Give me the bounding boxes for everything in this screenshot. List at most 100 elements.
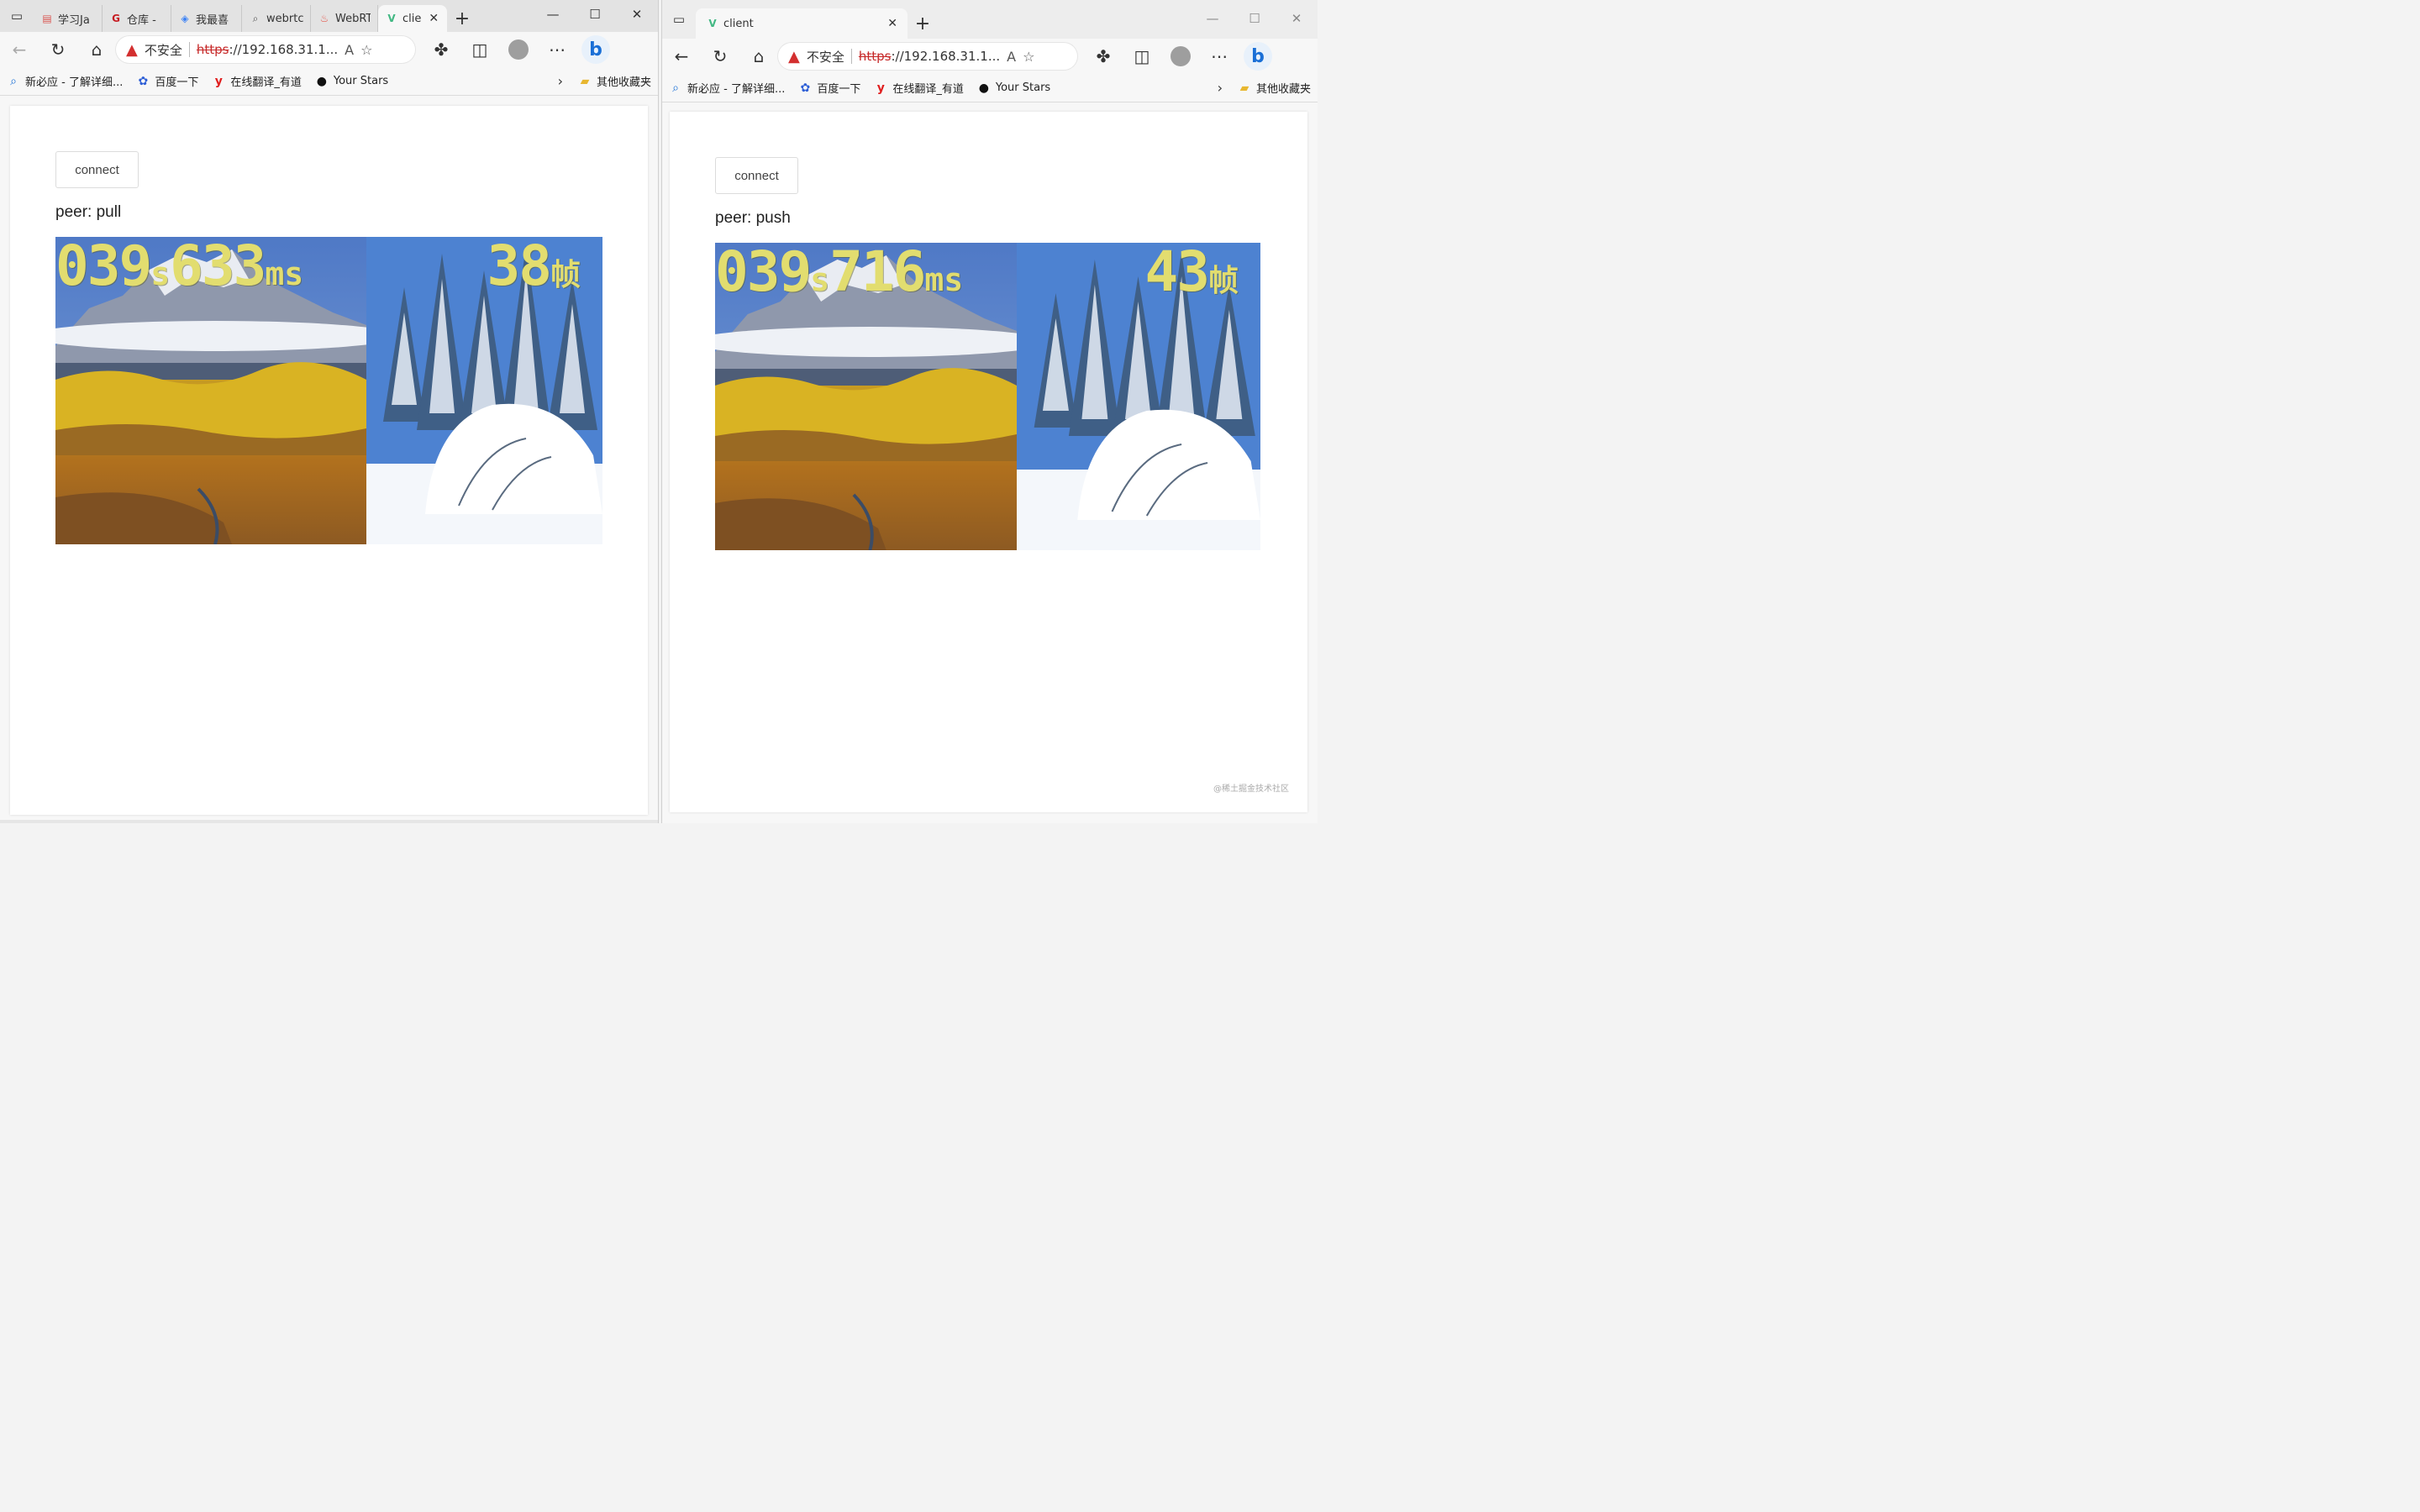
home-icon[interactable]: ⌂ bbox=[739, 41, 778, 71]
read-aloud-icon[interactable]: A bbox=[345, 42, 354, 58]
page-content: connect peer: pull 039s633ms 38帧 bbox=[10, 106, 648, 815]
close-window-icon[interactable]: ✕ bbox=[616, 0, 658, 29]
bookmark-bing[interactable]: ⌕ 新必应 - 了解详细... bbox=[662, 80, 792, 97]
tab-webrtc[interactable]: ♨ WebRT bbox=[311, 5, 378, 32]
split-screen-icon[interactable]: ◫ bbox=[1123, 41, 1161, 71]
video-player[interactable]: 039s633ms 38帧 bbox=[55, 237, 602, 544]
connect-button[interactable]: connect bbox=[55, 151, 139, 188]
bing-copilot-icon[interactable]: b bbox=[1239, 41, 1277, 71]
more-menu-icon[interactable]: ⋯ bbox=[538, 34, 576, 65]
maximize-icon[interactable]: ☐ bbox=[574, 0, 616, 29]
tab-actions-icon[interactable]: ▭ bbox=[662, 0, 696, 39]
youdao-icon: y bbox=[214, 74, 223, 88]
favorites-bar: ⌕ 新必应 - 了解详细... ✿ 百度一下 y 在线翻译_有道 ● Your Star… bbox=[662, 74, 1318, 102]
tab-gitee[interactable]: G 仓库 - bbox=[103, 5, 171, 32]
refresh-icon[interactable]: ↻ bbox=[701, 41, 739, 71]
split-screen-icon[interactable]: ◫ bbox=[460, 34, 499, 65]
scrollbar-track[interactable] bbox=[0, 820, 658, 823]
minimize-icon[interactable]: — bbox=[532, 0, 574, 29]
address-bar[interactable]: ▲ 不安全 https://192.168.31.1... A ☆ bbox=[116, 36, 415, 63]
read-aloud-icon[interactable]: A bbox=[1007, 49, 1016, 65]
baidu-icon: ✿ bbox=[800, 81, 811, 95]
warning-icon: ▲ bbox=[126, 40, 138, 59]
tab-title: 学习Ja bbox=[58, 13, 90, 27]
github-icon: ● bbox=[978, 81, 989, 95]
youdao-icon: y bbox=[876, 81, 885, 95]
bookmark-github[interactable]: ● Your Stars bbox=[971, 81, 1057, 95]
bookmark-other-folder[interactable]: ▰ 其他收藏夹 bbox=[1231, 80, 1318, 97]
warning-icon: ▲ bbox=[788, 47, 800, 66]
tab-layers[interactable]: ◈ 我最喜 bbox=[171, 5, 242, 32]
github-icon: ● bbox=[316, 74, 327, 88]
peer-label: peer: push bbox=[715, 209, 791, 227]
chevron-right-icon[interactable]: › bbox=[550, 73, 571, 89]
address-bar[interactable]: ▲ 不安全 https://192.168.31.1... A ☆ bbox=[778, 43, 1077, 70]
maximize-icon[interactable]: ☐ bbox=[1234, 0, 1276, 37]
refresh-icon[interactable]: ↻ bbox=[39, 34, 77, 65]
fps-overlay: 43帧 bbox=[1144, 243, 1239, 304]
tab-strip: ▭ V client ✕ + bbox=[662, 0, 938, 39]
tab-client[interactable]: V client ✕ bbox=[696, 8, 908, 39]
folder-icon: ▰ bbox=[1239, 81, 1249, 95]
favorite-star-icon[interactable]: ☆ bbox=[1023, 49, 1034, 65]
more-menu-icon[interactable]: ⋯ bbox=[1200, 41, 1239, 71]
tab-strip: ▭ ▤ 学习Ja G 仓库 - ◈ 我最喜 ⌕ webrtc ♨ WebRT V… bbox=[0, 0, 477, 32]
minimize-icon[interactable]: — bbox=[1192, 0, 1234, 37]
search-icon: ⌕ bbox=[252, 12, 259, 24]
bookmark-youdao[interactable]: y 在线翻译_有道 bbox=[867, 80, 971, 97]
close-tab-icon[interactable]: ✕ bbox=[429, 12, 439, 25]
tab-webrtc-search[interactable]: ⌕ webrtc bbox=[242, 5, 311, 32]
back-arrow-icon[interactable]: ← bbox=[662, 41, 701, 71]
peer-label: peer: pull bbox=[55, 203, 122, 221]
new-tab-button[interactable]: + bbox=[908, 8, 938, 39]
security-status: 不安全 bbox=[144, 42, 182, 58]
title-bar: ▭ V client ✕ + — ☐ ✕ bbox=[662, 0, 1318, 39]
close-tab-icon[interactable]: ✕ bbox=[887, 17, 897, 30]
favorite-star-icon[interactable]: ☆ bbox=[360, 42, 372, 58]
favorites-bar: ⌕ 新必应 - 了解详细... ✿ 百度一下 y 在线翻译_有道 ● Your Star… bbox=[0, 67, 658, 96]
vue-icon: V bbox=[708, 18, 717, 29]
url-text: https://192.168.31.1... bbox=[196, 42, 339, 57]
timestamp-overlay: 039s716ms bbox=[715, 243, 964, 304]
new-tab-button[interactable]: + bbox=[447, 5, 477, 32]
home-icon[interactable]: ⌂ bbox=[77, 34, 116, 65]
nav-toolbar: ← ↻ ⌂ ▲ 不安全 https://192.168.31.1... A ☆ … bbox=[662, 39, 1318, 74]
layers-icon: ◈ bbox=[181, 13, 189, 24]
nav-toolbar: ← ↻ ⌂ ▲ 不安全 https://192.168.31.1... A ☆ … bbox=[0, 32, 658, 67]
extensions-icon[interactable]: ✤ bbox=[1084, 41, 1123, 71]
profile-avatar[interactable] bbox=[499, 34, 538, 65]
vue-icon: V bbox=[387, 13, 396, 24]
bookmark-baidu[interactable]: ✿ 百度一下 bbox=[129, 73, 205, 90]
browser-window-left: ▭ ▤ 学习Ja G 仓库 - ◈ 我最喜 ⌕ webrtc ♨ WebRT V… bbox=[0, 0, 659, 823]
tab-title: 仓库 - bbox=[127, 13, 156, 27]
connect-button[interactable]: connect bbox=[715, 157, 798, 194]
gitee-icon: G bbox=[112, 13, 120, 24]
extensions-icon[interactable]: ✤ bbox=[422, 34, 460, 65]
chevron-right-icon[interactable]: › bbox=[1209, 80, 1231, 96]
bookmark-github[interactable]: ● Your Stars bbox=[308, 75, 395, 88]
baidu-icon: ✿ bbox=[138, 74, 149, 88]
window-controls: — ☐ ✕ bbox=[1192, 0, 1318, 29]
tab-title: WebRT bbox=[335, 12, 371, 25]
tab-title: webrtc bbox=[266, 12, 303, 25]
video-player[interactable]: 039s716ms 43帧 bbox=[715, 243, 1260, 550]
bookmark-youdao[interactable]: y 在线翻译_有道 bbox=[205, 73, 308, 90]
security-status: 不安全 bbox=[806, 49, 844, 65]
tab-client[interactable]: V clie ✕ bbox=[378, 5, 447, 32]
divider bbox=[850, 49, 852, 64]
back-arrow-icon[interactable]: ← bbox=[0, 34, 39, 65]
search-icon: ⌕ bbox=[672, 81, 679, 95]
bookmark-other-folder[interactable]: ▰ 其他收藏夹 bbox=[571, 73, 658, 90]
tab-actions-icon[interactable]: ▭ bbox=[0, 0, 34, 32]
bookmark-baidu[interactable]: ✿ 百度一下 bbox=[792, 80, 867, 97]
window-controls: — ☐ ✕ bbox=[532, 0, 658, 29]
tab-title: 我最喜 bbox=[196, 13, 229, 27]
bookmark-bing[interactable]: ⌕ 新必应 - 了解详细... bbox=[0, 73, 129, 90]
close-window-icon[interactable]: ✕ bbox=[1276, 0, 1318, 37]
profile-avatar[interactable] bbox=[1161, 41, 1200, 71]
url-text: https://192.168.31.1... bbox=[858, 49, 1001, 64]
tab-pdf[interactable]: ▤ 学习Ja bbox=[34, 5, 103, 32]
timestamp-overlay: 039s633ms bbox=[55, 237, 304, 298]
tab-title: clie bbox=[402, 12, 422, 25]
bing-copilot-icon[interactable]: b bbox=[576, 34, 615, 65]
